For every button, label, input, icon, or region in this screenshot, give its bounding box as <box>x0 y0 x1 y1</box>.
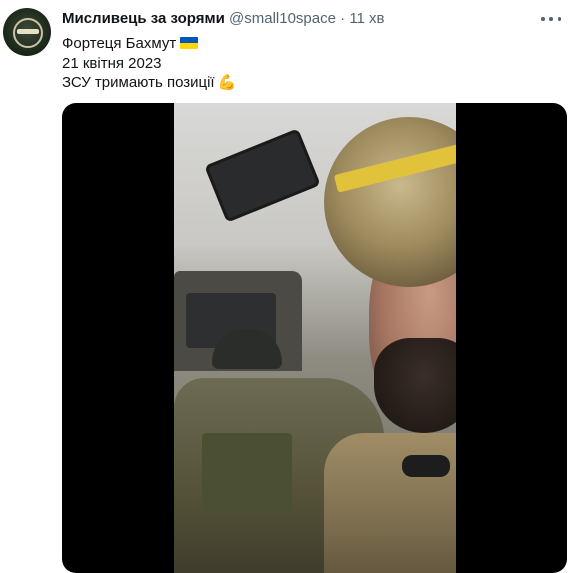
more-dot-1 <box>541 17 545 21</box>
author-name[interactable]: Мисливець за зорями <box>62 10 225 27</box>
author-avatar[interactable] <box>3 8 51 56</box>
video-helmet-camera <box>204 128 321 223</box>
tweet[interactable]: Мисливець за зорями @small10space · 11 х… <box>0 0 571 573</box>
author-handle[interactable]: @small10space <box>229 10 336 27</box>
tweet-line-2: 21 квітня 2023 <box>62 54 162 72</box>
header-separator: · <box>340 10 346 27</box>
video-vest <box>202 433 292 513</box>
tweet-line-3: ЗСУ тримають позиції 💪 <box>62 73 236 93</box>
tweet-line-1: Фортеця Бахмут <box>62 34 236 54</box>
more-options-icon[interactable] <box>541 12 561 26</box>
tweet-timestamp[interactable]: 11 хв <box>349 10 384 27</box>
ukraine-flag-icon <box>180 37 199 49</box>
tweet-line-3-text: ЗСУ тримають позиції <box>62 74 215 91</box>
flexed-biceps-icon: 💪 <box>217 74 237 91</box>
video-soldier-beard <box>374 338 456 433</box>
tweet-header: Мисливець за зорями @small10space · 11 х… <box>62 10 385 27</box>
video-headset-mic <box>402 455 450 477</box>
tweet-line-1-text: Фортеця Бахмут <box>62 35 177 52</box>
video-media[interactable] <box>62 103 567 573</box>
tweet-text: Фортеця Бахмут 21 квітня 2023 ЗСУ тримаю… <box>62 34 236 93</box>
more-dot-2 <box>549 17 553 21</box>
avatar-logo-bar <box>17 29 39 34</box>
video-frame[interactable] <box>174 103 456 573</box>
more-dot-3 <box>557 17 561 21</box>
video-soldier-foreground-body <box>324 433 456 573</box>
video-soldier-helmet <box>324 117 456 287</box>
